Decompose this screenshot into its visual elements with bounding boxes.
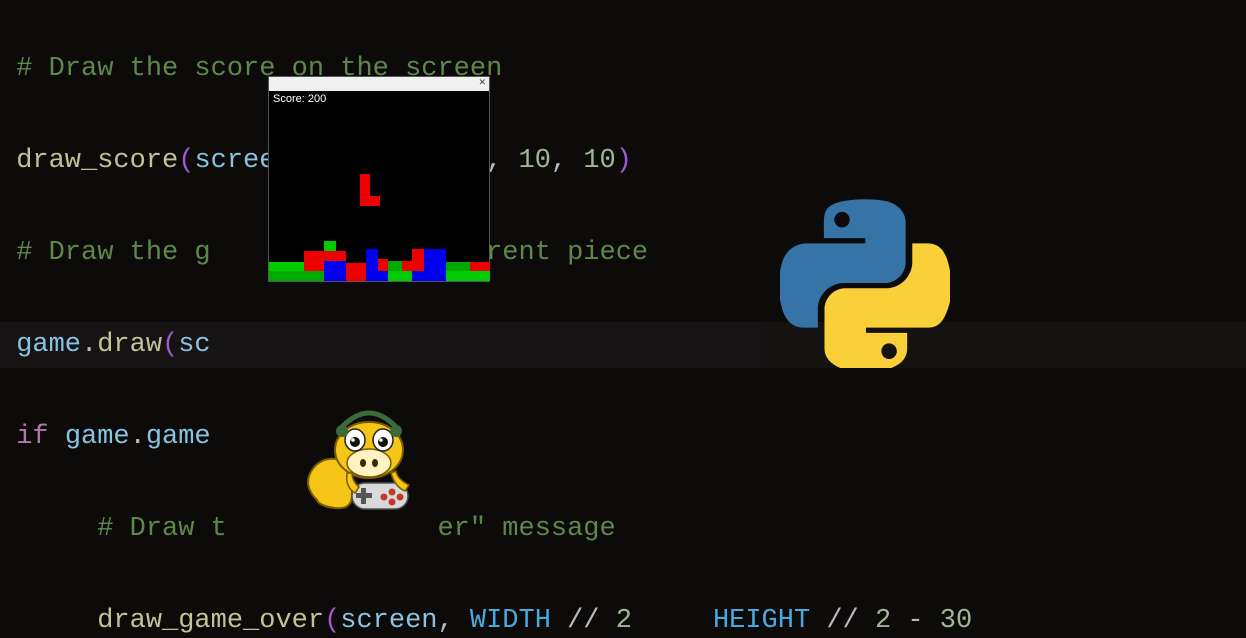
python-logo-icon bbox=[780, 198, 950, 368]
score-label: Score: 200 bbox=[269, 91, 489, 107]
tetris-canvas bbox=[269, 106, 489, 281]
tetris-game-window: ✕ Score: 200 bbox=[268, 76, 490, 282]
code-line: if game.game bbox=[0, 414, 1246, 460]
code-line: game.draw(sc bbox=[0, 322, 1246, 368]
code-line: # Draw t er" message bbox=[0, 506, 1246, 552]
window-titlebar[interactable]: ✕ bbox=[269, 77, 489, 91]
code-line: # Draw the score on the screen bbox=[0, 46, 1246, 92]
code-line: draw_score(screen, game.score, 10, 10) bbox=[0, 138, 1246, 184]
code-line: draw_game_over(screen, WIDTH // 2 HEIGHT… bbox=[0, 598, 1246, 638]
pygame-mascot-icon bbox=[297, 405, 437, 525]
close-icon[interactable]: ✕ bbox=[478, 78, 486, 88]
code-line: # Draw the g current piece bbox=[0, 230, 1246, 276]
code-editor: # Draw the score on the screen draw_scor… bbox=[0, 0, 1246, 638]
